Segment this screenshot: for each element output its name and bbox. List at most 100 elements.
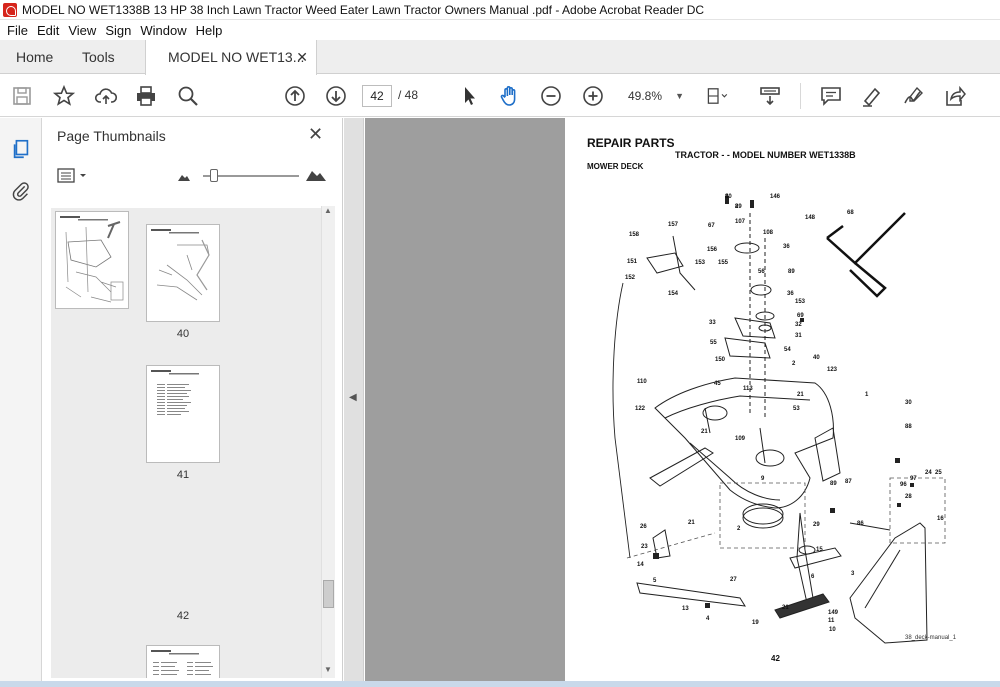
acrobat-app-icon	[3, 2, 17, 17]
part-callout-label: 108	[763, 230, 774, 236]
pane-collapse-strip[interactable]: ◀	[344, 118, 364, 687]
thumbnail-40-preview	[151, 229, 210, 301]
comment-icon[interactable]	[819, 84, 843, 108]
thumbnail-label: 42	[176, 610, 190, 622]
part-callout-label: 29	[813, 522, 820, 528]
highlight-icon[interactable]	[860, 84, 884, 108]
thumbnail-43-preview	[151, 650, 213, 675]
thumbnail-larger-icon[interactable]	[305, 168, 327, 182]
part-callout-label: 5	[653, 578, 657, 584]
scrollbar-thumb[interactable]	[323, 580, 334, 608]
thumbnail-page-41[interactable]	[146, 365, 220, 463]
tab-tools[interactable]: Tools	[82, 40, 115, 74]
assembly-guides	[626, 477, 946, 559]
previous-page-icon[interactable]	[283, 84, 307, 108]
print-icon[interactable]	[134, 84, 158, 108]
part-callout-label: 14	[637, 562, 644, 568]
select-cursor-icon[interactable]	[457, 84, 481, 108]
part-callout-label: 86	[857, 521, 864, 527]
thumbnail-page-40[interactable]	[146, 224, 220, 322]
attachment-icon[interactable]	[10, 180, 32, 202]
part-callout-label: 6	[811, 574, 815, 580]
menu-bar: File Edit View Sign Window Help	[0, 20, 1000, 40]
part-callout-label: 55	[710, 340, 717, 346]
document-view[interactable]: REPAIR PARTS TRACTOR - - MODEL NUMBER WE…	[365, 118, 1000, 687]
hardware-parts	[653, 196, 914, 608]
part-callout-label: 11	[828, 618, 835, 624]
thumbnail-size-slider-handle[interactable]	[210, 169, 218, 182]
toolbar-divider	[800, 83, 801, 109]
zoom-level-select[interactable]: 49.8% ▼	[618, 85, 688, 107]
thumbnail-options-icon[interactable]	[57, 168, 91, 184]
menu-view[interactable]: View	[68, 23, 96, 38]
menu-edit[interactable]: Edit	[37, 23, 59, 38]
hand-icon[interactable]	[498, 84, 522, 108]
part-callout-label: 1	[865, 392, 869, 398]
part-callout-label: 149	[828, 610, 839, 616]
menu-help[interactable]: Help	[196, 23, 223, 38]
thumbnail-smaller-icon[interactable]	[177, 172, 191, 182]
next-page-icon[interactable]	[324, 84, 348, 108]
page-heading: REPAIR PARTS	[587, 136, 675, 150]
part-callout-label: 148	[805, 215, 816, 221]
part-callout-label: 2	[792, 361, 796, 367]
page-fit-icon[interactable]	[706, 84, 730, 108]
part-callout-label: 123	[827, 367, 838, 373]
diagram-caption: 38_deck-manual_1	[905, 635, 957, 641]
part-callout-label: 56	[758, 269, 765, 275]
thumbnails-pane: Page Thumbnails ✕ 40 41 42 ▲ ▼	[43, 118, 343, 687]
part-callout-label: 36	[787, 291, 794, 297]
title-bar: MODEL NO WET1338B 13 HP 38 Inch Lawn Tra…	[0, 0, 1000, 20]
part-callout-label: 110	[637, 379, 647, 385]
star-icon[interactable]	[52, 84, 76, 108]
scroll-up-icon[interactable]: ▲	[324, 206, 332, 215]
pane-close-icon[interactable]: ✕	[308, 124, 323, 145]
menu-window[interactable]: Window	[140, 23, 186, 38]
find-icon[interactable]	[176, 84, 200, 108]
part-callout-label: 2	[737, 526, 741, 532]
tab-document[interactable]: MODEL NO WET13... ✕	[145, 40, 317, 75]
toolbar: 42 / 48 49.8% ▼	[0, 75, 1000, 117]
part-callout-label: 10	[829, 627, 836, 633]
part-callout-label: 53	[793, 406, 800, 412]
part-callout-label: 150	[715, 357, 726, 363]
cloud-upload-icon[interactable]	[94, 84, 118, 108]
part-callout-label: 154	[668, 291, 679, 297]
page-section: MOWER DECK	[587, 162, 644, 171]
thumbnail-page-42-selected[interactable]	[51, 208, 327, 673]
tab-home[interactable]: Home	[16, 40, 53, 74]
part-callout-label: 30	[905, 400, 912, 406]
tab-close-icon[interactable]: ✕	[296, 40, 308, 74]
collapse-arrow-icon[interactable]: ◀	[349, 392, 357, 403]
t-handle-tool	[826, 212, 906, 298]
part-callout-label: 158	[629, 232, 640, 238]
part-callout-label: 156	[707, 247, 718, 253]
page-number-input[interactable]: 42	[362, 85, 392, 107]
thumbnail-page-42[interactable]	[55, 211, 129, 309]
thumbnail-label: 40	[176, 328, 190, 340]
scrolling-mode-icon[interactable]	[758, 84, 782, 108]
menu-file[interactable]: File	[7, 23, 28, 38]
zoom-out-icon[interactable]	[539, 84, 563, 108]
thumbnail-page-43[interactable]	[146, 645, 220, 678]
part-callout-label: 87	[845, 479, 852, 485]
part-callout-label: 89	[830, 481, 837, 487]
part-callout-label: 25	[935, 470, 942, 476]
share-icon[interactable]	[943, 84, 967, 108]
part-callout-label: 68	[847, 210, 854, 216]
sign-icon[interactable]	[902, 84, 926, 108]
tab-bar: Home Tools MODEL NO WET13... ✕	[0, 40, 1000, 75]
zoom-in-icon[interactable]	[581, 84, 605, 108]
mower-deck-parts-diagram: 4089146148681071086715815736156153 155151…	[612, 194, 946, 644]
part-callout-label: 146	[770, 194, 781, 200]
part-callout-label: 16	[937, 516, 944, 522]
menu-sign[interactable]: Sign	[105, 23, 131, 38]
scroll-down-icon[interactable]: ▼	[324, 665, 332, 674]
page-thumbnails-icon[interactable]	[10, 138, 32, 160]
thumbnail-41-preview	[151, 370, 199, 415]
part-callout-label: 21	[782, 605, 789, 611]
page-total: / 48	[398, 88, 419, 102]
part-callout-label: 31	[795, 333, 802, 339]
save-icon[interactable]	[10, 84, 34, 108]
thumbnail-scrollbar[interactable]: ▲ ▼	[321, 206, 335, 678]
